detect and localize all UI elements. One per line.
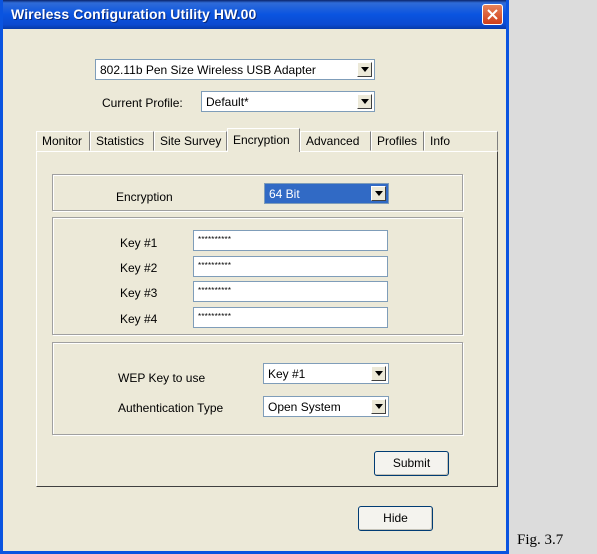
chevron-down-icon[interactable]: [357, 62, 372, 77]
key-1-label: Key #1: [120, 236, 158, 250]
encryption-select[interactable]: 64 Bit: [264, 183, 389, 204]
chevron-down-icon[interactable]: [371, 366, 386, 381]
tab-statistics-label: Statistics: [96, 134, 145, 148]
key-2-value: **********: [198, 261, 232, 270]
figure-caption: Fig. 3.7: [517, 532, 564, 548]
key-2-input[interactable]: **********: [193, 256, 388, 277]
tab-info-label: Info: [430, 134, 451, 148]
tab-encryption[interactable]: Encryption: [227, 128, 300, 152]
adapter-select-value: 802.11b Pen Size Wireless USB Adapter: [100, 63, 316, 77]
auth-type-label: Authentication Type: [118, 401, 224, 415]
current-profile-label: Current Profile:: [102, 96, 183, 110]
auth-type-select[interactable]: Open System: [263, 396, 389, 417]
key-4-input[interactable]: **********: [193, 307, 388, 328]
key-3-label: Key #3: [120, 286, 158, 300]
tab-site-survey[interactable]: Site Survey: [154, 131, 227, 151]
key-3-input[interactable]: **********: [193, 281, 388, 302]
tab-monitor[interactable]: Monitor: [36, 131, 90, 151]
chevron-down-icon[interactable]: [371, 399, 386, 414]
submit-button[interactable]: Submit: [374, 451, 449, 476]
tab-info[interactable]: Info: [424, 131, 498, 151]
tab-profiles[interactable]: Profiles: [371, 131, 424, 151]
close-icon: [487, 9, 498, 20]
profile-select[interactable]: Default*: [201, 91, 375, 112]
encryption-select-value: 64 Bit: [269, 187, 300, 201]
tab-site-survey-label: Site Survey: [160, 134, 222, 148]
tab-advanced[interactable]: Advanced: [300, 131, 371, 151]
tab-statistics[interactable]: Statistics: [90, 131, 154, 151]
encryption-group: [52, 174, 463, 211]
window-title: Wireless Configuration Utility HW.00: [11, 6, 257, 22]
auth-type-select-value: Open System: [268, 400, 341, 414]
wep-key-label: WEP Key to use: [118, 371, 206, 385]
wep-auth-group: [52, 342, 463, 435]
hide-button[interactable]: Hide: [358, 506, 433, 531]
tab-advanced-label: Advanced: [306, 134, 360, 148]
chevron-down-icon[interactable]: [357, 94, 372, 109]
close-button[interactable]: [482, 4, 503, 25]
key-1-value: **********: [198, 235, 232, 244]
tab-profiles-label: Profiles: [377, 134, 418, 148]
wep-key-select-value: Key #1: [268, 367, 306, 381]
title-bar[interactable]: Wireless Configuration Utility HW.00: [3, 0, 506, 29]
key-4-label: Key #4: [120, 312, 158, 326]
profile-select-value: Default*: [206, 95, 249, 109]
encryption-label: Encryption: [116, 190, 173, 204]
key-4-value: **********: [198, 312, 232, 321]
key-1-input[interactable]: **********: [193, 230, 388, 251]
key-3-value: **********: [198, 286, 232, 295]
config-utility-window: Wireless Configuration Utility HW.00 802…: [0, 0, 509, 554]
tab-encryption-label: Encryption: [233, 133, 290, 147]
adapter-select[interactable]: 802.11b Pen Size Wireless USB Adapter: [95, 59, 375, 80]
background-panel: [509, 0, 597, 554]
key-2-label: Key #2: [120, 261, 158, 275]
wep-key-select[interactable]: Key #1: [263, 363, 389, 384]
chevron-down-icon[interactable]: [371, 186, 386, 201]
tab-monitor-label: Monitor: [42, 134, 83, 148]
